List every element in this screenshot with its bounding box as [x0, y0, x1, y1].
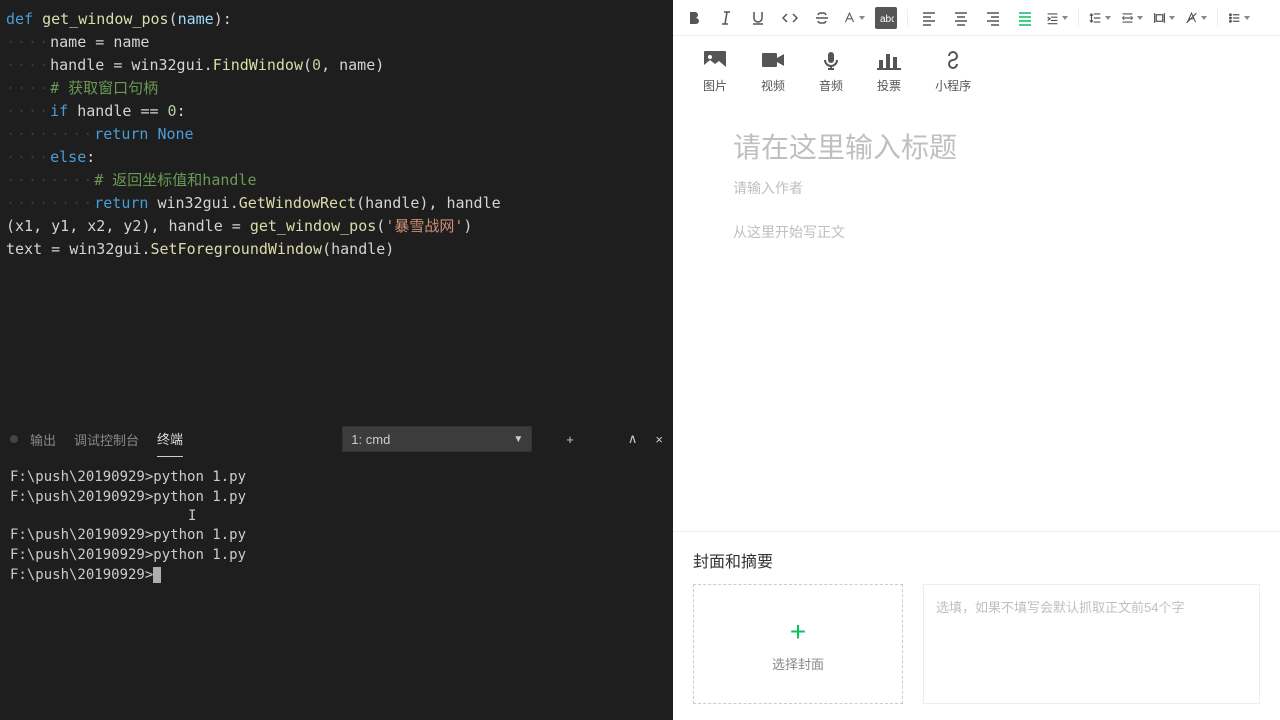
insert-video-button[interactable]: 视频 — [761, 49, 785, 94]
panel-tab-bar: 输出 调试控制台 终端 1: cmd ▼ + ∧ × — [0, 421, 673, 457]
tab-output[interactable]: 输出 — [30, 422, 56, 457]
code-editor[interactable]: def get_window_pos(name):····name = name… — [0, 0, 673, 420]
text-caret-icon: I — [188, 507, 663, 525]
insert-audio-button[interactable]: 音频 — [819, 49, 843, 94]
cover-section-title: 封面和摘要 — [693, 548, 1260, 572]
font-size-button[interactable] — [843, 7, 865, 29]
cover-summary-section: 封面和摘要 + 选择封面 选填，如果不填写会默认抓取正文前54个字 — [673, 531, 1280, 720]
divider — [1217, 9, 1218, 27]
underline-button[interactable] — [747, 7, 769, 29]
tab-debug-console[interactable]: 调试控制台 — [74, 422, 139, 457]
body-input[interactable]: 从这里开始写正文 — [733, 222, 1220, 242]
wechat-editor: abc 图片 视频 音频 投票 小程 — [673, 0, 1280, 720]
maximize-panel-button[interactable]: ∧ — [628, 431, 638, 447]
align-justify-button[interactable] — [1014, 7, 1036, 29]
align-center-button[interactable] — [950, 7, 972, 29]
article-editor: 请在这里输入标题 请输入作者 从这里开始写正文 — [673, 106, 1280, 531]
insert-vote-button[interactable]: 投票 — [877, 49, 901, 94]
bold-button[interactable] — [683, 7, 705, 29]
terminal-cursor — [153, 567, 161, 583]
terminal-output[interactable]: F:\push\20190929>python 1.py F:\push\201… — [0, 457, 673, 720]
strikethrough-button[interactable] — [811, 7, 833, 29]
divider — [1078, 9, 1079, 27]
indent-button[interactable] — [1046, 7, 1068, 29]
list-button[interactable] — [1228, 7, 1250, 29]
summary-input[interactable]: 选填，如果不填写会默认抓取正文前54个字 — [923, 584, 1260, 704]
format-toolbar: abc — [673, 0, 1280, 36]
clear-format-button[interactable] — [1185, 7, 1207, 29]
italic-button[interactable] — [715, 7, 737, 29]
plus-icon: + — [790, 616, 806, 648]
terminal-select-label: 1: cmd — [351, 432, 390, 447]
insert-image-button[interactable]: 图片 — [703, 49, 727, 94]
code-button[interactable] — [779, 7, 801, 29]
cover-upload-label: 选择封面 — [772, 654, 824, 673]
align-right-button[interactable] — [982, 7, 1004, 29]
terminal-actions: + ∧ × — [566, 431, 663, 447]
author-input[interactable]: 请输入作者 — [733, 178, 1220, 198]
cover-upload-button[interactable]: + 选择封面 — [693, 584, 903, 704]
insert-miniapp-button[interactable]: 小程序 — [935, 49, 971, 94]
highlight-button[interactable]: abc — [875, 7, 897, 29]
letter-spacing-button[interactable] — [1121, 7, 1143, 29]
line-height-button[interactable] — [1089, 7, 1111, 29]
title-input[interactable]: 请在这里输入标题 — [733, 126, 1220, 166]
tab-terminal[interactable]: 终端 — [157, 421, 183, 457]
chevron-down-icon: ▼ — [513, 434, 523, 445]
align-left-button[interactable] — [918, 7, 940, 29]
terminal-panel: 输出 调试控制台 终端 1: cmd ▼ + ∧ × F:\push\20190… — [0, 420, 673, 720]
new-terminal-button[interactable]: + — [566, 432, 574, 447]
divider — [907, 9, 908, 27]
vscode-window: def get_window_pos(name):····name = name… — [0, 0, 673, 720]
terminal-select[interactable]: 1: cmd ▼ — [342, 426, 532, 452]
problems-dot-icon — [10, 435, 18, 443]
svg-text:abc: abc — [880, 14, 894, 25]
margin-button[interactable] — [1153, 7, 1175, 29]
insert-toolbar: 图片 视频 音频 投票 小程序 — [673, 36, 1280, 106]
close-panel-button[interactable]: × — [655, 432, 663, 447]
